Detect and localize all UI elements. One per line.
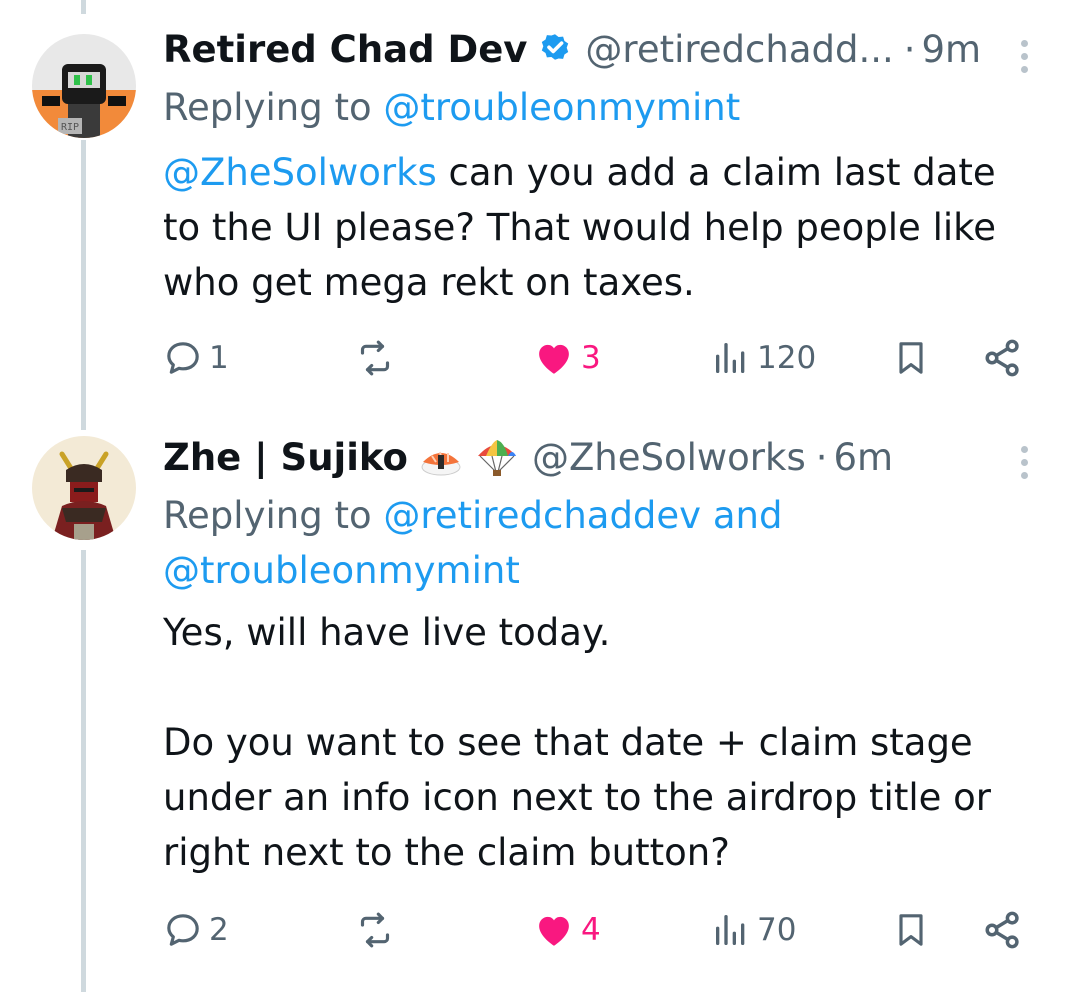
views-button[interactable]: 120 xyxy=(711,333,816,383)
share-button[interactable] xyxy=(981,333,1025,383)
reply-button[interactable]: 1 xyxy=(163,333,229,383)
tweet-text: @ZheSolworks can you add a claim last da… xyxy=(163,145,1043,310)
like-count: 4 xyxy=(581,912,601,948)
author-handle[interactable]: @retiredchadd... xyxy=(585,26,893,74)
share-icon xyxy=(985,911,1019,949)
avatar-zhe-sujiko[interactable] xyxy=(32,436,136,540)
tweet-zhe-sujiko[interactable]: Zhe | Sujiko @ZheSolworks · 6m Replying … xyxy=(0,400,1080,992)
author-handle[interactable]: @ZheSolworks xyxy=(532,434,806,482)
heart-filled-icon xyxy=(539,344,569,374)
bookmark-button[interactable] xyxy=(891,905,931,955)
heart-filled-icon xyxy=(539,916,569,946)
share-button[interactable] xyxy=(981,905,1025,955)
views-count: 120 xyxy=(757,340,817,376)
replying-to-label: Replying to xyxy=(163,86,372,129)
more-options-icon[interactable] xyxy=(1014,446,1034,479)
bookmark-icon xyxy=(899,914,923,946)
reply-button[interactable]: 2 xyxy=(163,905,229,955)
tweet-header: Zhe | Sujiko @ZheSolworks · 6m xyxy=(163,434,893,482)
tweet-mention[interactable]: @ZheSolworks xyxy=(163,151,437,194)
share-icon xyxy=(985,339,1019,377)
reply-count: 2 xyxy=(209,912,229,948)
repost-icon xyxy=(360,340,390,376)
timestamp[interactable]: 6m xyxy=(833,434,893,482)
tweet-text: Yes, will have live today. Do you want t… xyxy=(163,611,991,874)
author-name[interactable]: Zhe | Sujiko xyxy=(163,434,408,482)
replying-to-label: Replying to xyxy=(163,494,372,537)
avatar-pixel-art-icon: RIP xyxy=(32,34,136,138)
like-count: 3 xyxy=(581,340,601,376)
sushi-icon xyxy=(418,438,464,478)
views-count: 70 xyxy=(757,912,797,948)
repost-icon xyxy=(360,912,390,948)
more-options-icon[interactable] xyxy=(1014,40,1034,73)
separator-dot: · xyxy=(815,436,828,479)
author-name[interactable]: Retired Chad Dev xyxy=(163,26,527,74)
like-button[interactable]: 4 xyxy=(533,905,601,955)
tweet-header: Retired Chad Dev @retiredchadd... · 9m xyxy=(163,26,981,74)
repost-button[interactable] xyxy=(355,905,401,955)
svg-text:RIP: RIP xyxy=(61,122,79,133)
tweet-actions: 1 3 120 xyxy=(163,333,1033,383)
bookmark-icon xyxy=(899,342,923,374)
repost-button[interactable] xyxy=(355,333,401,383)
separator-dot: · xyxy=(903,28,916,71)
replying-to-mention[interactable]: @troubleonmymint xyxy=(383,86,740,129)
reply-icon xyxy=(167,342,199,374)
verified-badge-icon xyxy=(537,32,573,68)
avatar-retired-chad-dev[interactable]: RIP xyxy=(32,34,136,138)
parachute-icon xyxy=(474,438,520,478)
replying-to: Replying to @troubleonmymint xyxy=(163,82,1043,134)
avatar-samurai-icon xyxy=(32,436,136,540)
views-chart-icon xyxy=(716,343,745,373)
like-button[interactable]: 3 xyxy=(533,333,601,383)
tweet-retired-chad-dev[interactable]: RIP Retired Chad Dev @retiredchadd... · … xyxy=(0,0,1080,400)
reply-count: 1 xyxy=(209,340,229,376)
bookmark-button[interactable] xyxy=(891,333,931,383)
views-button[interactable]: 70 xyxy=(711,905,796,955)
reply-icon xyxy=(167,914,199,946)
timestamp[interactable]: 9m xyxy=(922,26,982,74)
views-chart-icon xyxy=(716,915,745,945)
tweet-actions: 2 4 70 xyxy=(163,905,1033,955)
replying-to: Replying to @retiredchaddev and @trouble… xyxy=(163,488,1043,598)
